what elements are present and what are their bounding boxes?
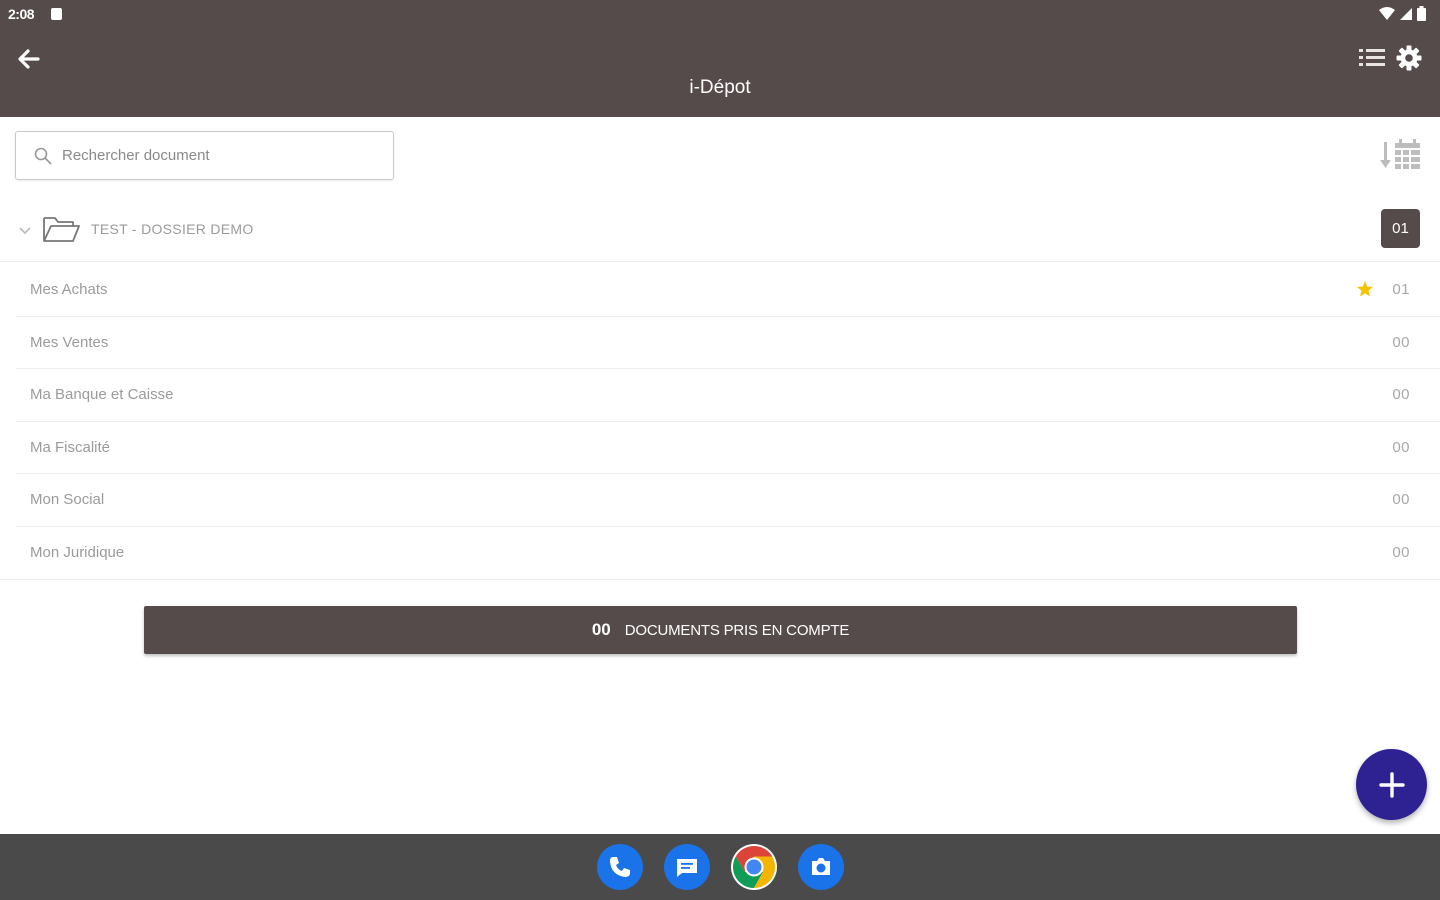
page-title: i-Dépot <box>689 77 751 98</box>
category-count: 00 <box>1392 438 1410 456</box>
category-count: 00 <box>1392 543 1410 561</box>
phone-app-icon[interactable] <box>597 844 643 890</box>
app-bar: 2:08 i-Dépot <box>0 0 1440 117</box>
message-icon <box>677 859 697 877</box>
camera-app-icon[interactable] <box>798 844 844 890</box>
gear-icon[interactable] <box>1396 45 1422 71</box>
category-count: 00 <box>1392 333 1410 351</box>
system-taskbar <box>0 834 1440 900</box>
category-label: Mon Juridique <box>30 543 125 561</box>
chevron-down-icon[interactable] <box>17 222 33 238</box>
list-item[interactable]: Mon Social 00 <box>16 474 1440 527</box>
category-label: Mes Ventes <box>30 333 109 351</box>
category-label: Ma Fiscalité <box>30 438 111 456</box>
category-label: Mon Social <box>30 491 105 509</box>
category-count: 00 <box>1392 386 1410 404</box>
list-item[interactable]: Mon Juridique 00 <box>0 527 1440 580</box>
category-count: 00 <box>1392 491 1410 509</box>
list-item[interactable]: Ma Banque et Caisse 00 <box>16 369 1440 422</box>
search-icon <box>34 147 52 164</box>
star-icon <box>1357 281 1373 297</box>
search-input[interactable] <box>62 147 362 164</box>
folder-row[interactable]: TEST - DOSSIER DEMO 01 <box>0 204 1440 262</box>
status-icons <box>1379 6 1426 21</box>
list-item[interactable]: Mes Achats 01 <box>16 264 1440 317</box>
category-label: Ma Banque et Caisse <box>30 386 174 404</box>
documents-summary-button[interactable]: 00 DOCUMENTS PRIS EN COMPTE <box>144 606 1297 654</box>
category-list: Mes Achats 01 Mes Ventes 00 Ma Banque et… <box>0 264 1440 580</box>
camera-icon <box>812 858 830 875</box>
category-count: 01 <box>1392 281 1410 298</box>
signal-icon <box>1400 7 1412 20</box>
list-item[interactable]: Ma Fiscalité 00 <box>16 422 1440 475</box>
phone-icon <box>610 857 630 877</box>
list-item[interactable]: Mes Ventes 00 <box>16 317 1440 370</box>
sort-calendar-icon[interactable] <box>1380 138 1422 174</box>
status-time: 2:08 <box>8 6 35 22</box>
add-document-button[interactable] <box>1356 749 1427 820</box>
documents-count: 00 <box>591 620 611 639</box>
notification-icon <box>51 8 62 20</box>
category-label: Mes Achats <box>30 281 108 298</box>
documents-label: DOCUMENTS PRIS EN COMPTE <box>624 621 850 639</box>
folder-label: TEST - DOSSIER DEMO <box>91 221 254 237</box>
plus-icon <box>1378 771 1405 798</box>
folder-count-badge: 01 <box>1381 209 1420 248</box>
messages-app-icon[interactable] <box>664 844 710 890</box>
search-field[interactable] <box>15 131 394 180</box>
arrow-left-icon[interactable] <box>14 44 44 74</box>
battery-icon <box>1417 6 1426 21</box>
chrome-app-icon[interactable] <box>731 844 777 890</box>
folder-open-icon <box>43 217 80 242</box>
chrome-icon <box>732 846 776 888</box>
list-icon[interactable] <box>1358 46 1386 72</box>
wifi-icon <box>1379 6 1395 20</box>
